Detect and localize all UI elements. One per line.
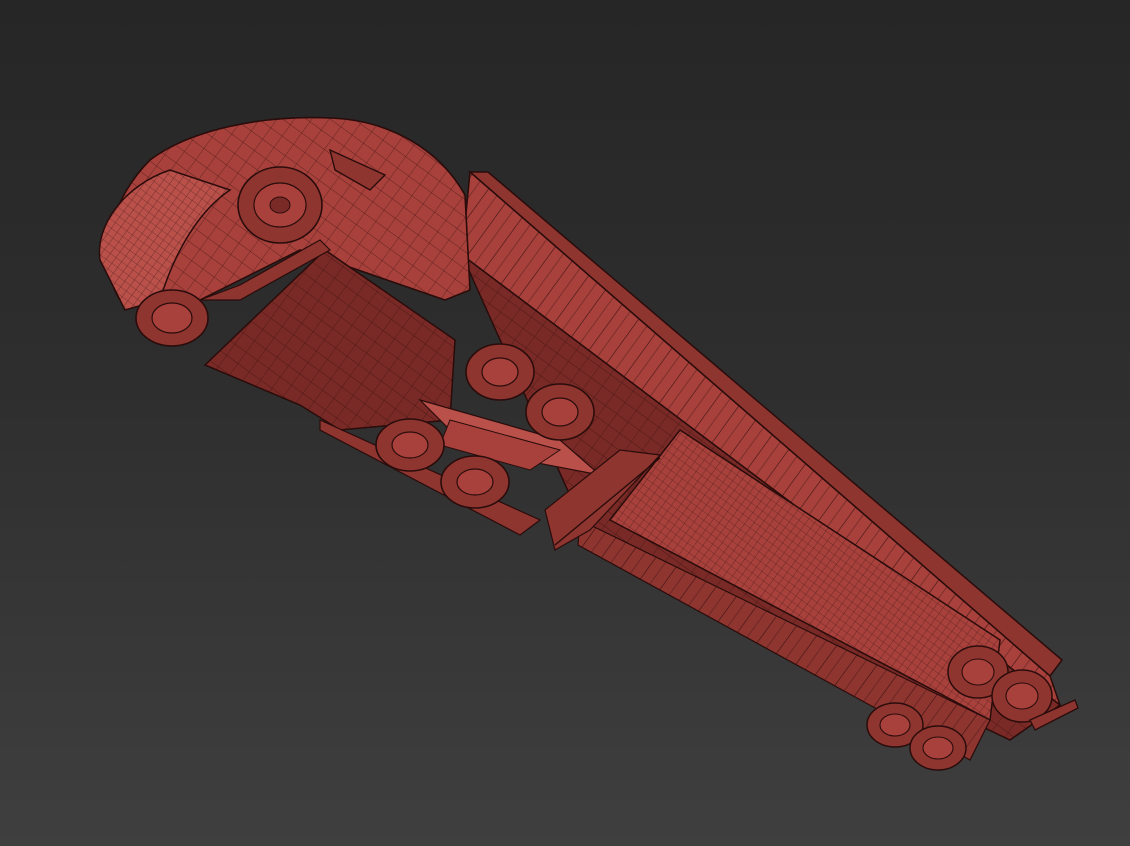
front-wheel — [237, 166, 323, 244]
front-wheel-left — [135, 289, 209, 347]
truck-wireframe-model[interactable] — [0, 0, 1130, 846]
3d-viewport[interactable] — [0, 0, 1130, 846]
